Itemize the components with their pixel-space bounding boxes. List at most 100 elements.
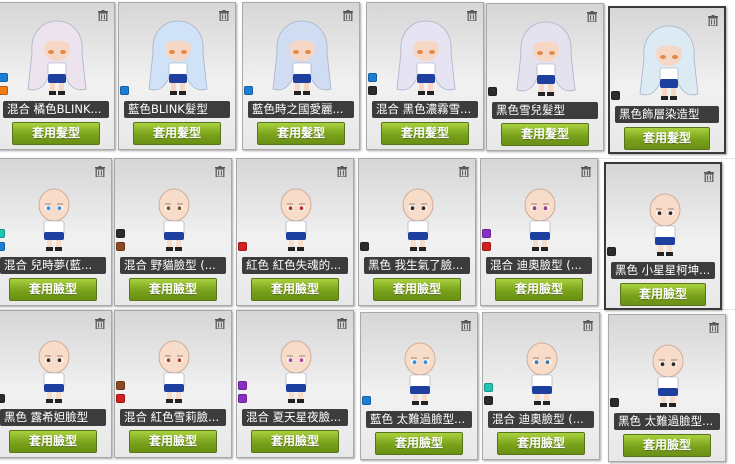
color-swatch[interactable] [116,394,125,403]
color-swatch[interactable] [368,73,377,82]
apply-face-button[interactable]: 套用臉型 [129,278,217,301]
color-swatch[interactable] [0,394,5,403]
hair-style-card[interactable]: 黑色飾層染造型 套用髮型 [608,6,726,154]
color-swatch[interactable] [116,381,125,390]
color-swatch[interactable] [362,396,371,405]
trash-icon[interactable] [459,162,469,178]
character-preview [507,175,573,255]
hair-style-card[interactable]: 藍色時之國愛麗... 套用髮型 [242,2,360,150]
face-style-card[interactable]: 黑色 我生氣了臉... 套用臉型 [358,158,476,306]
trash-icon[interactable] [215,314,225,330]
hair-style-card[interactable]: 黑色雪兒髮型套用髮型 [486,3,604,151]
trash-icon[interactable] [461,316,471,332]
style-name-label: 藍色時之國愛麗... [248,101,354,118]
color-swatch[interactable] [238,394,247,403]
apply-face-button[interactable]: 套用臉型 [129,430,217,453]
trash-icon[interactable] [709,318,719,334]
face-style-card[interactable]: 混合 兒時夢(藍... 套用臉型 [0,158,112,306]
face-style-card[interactable]: 混合 迪奧臉型 (... 套用臉型 [482,312,600,460]
color-swatch[interactable] [607,247,616,256]
character-preview [145,19,211,99]
color-swatch[interactable] [116,229,125,238]
hair-style-card[interactable]: 藍色BLINK髮型套用髮型 [118,2,236,150]
face-style-card[interactable]: 黑色 小星星柯坤... 套用臉型 [604,162,722,310]
character-preview [269,19,335,99]
character-preview [509,329,575,409]
face-style-card[interactable]: 藍色 太難過臉型... 套用臉型 [360,312,478,460]
color-swatch[interactable] [360,242,369,251]
face-style-card[interactable]: 混合 紅色雪莉臉... 套用臉型 [114,310,232,458]
color-swatch[interactable] [488,87,497,96]
trash-icon[interactable] [337,314,347,330]
apply-face-button[interactable]: 套用臉型 [623,434,711,457]
style-name-label: 混合 迪奧臉型 (... [488,411,594,428]
apply-face-button[interactable]: 套用臉型 [9,278,97,301]
trash-icon[interactable] [583,316,593,332]
apply-hair-button[interactable]: 套用髮型 [257,122,345,145]
face-style-card[interactable]: 黑色 露希妲臉型 套用臉型 [0,310,112,458]
face-style-card[interactable]: 黑色 太難過臉型... 套用臉型 [608,314,726,462]
color-swatch[interactable] [0,73,8,82]
trash-icon[interactable] [343,6,353,22]
color-swatch[interactable] [238,381,247,390]
apply-face-button[interactable]: 套用臉型 [495,278,583,301]
trash-icon[interactable] [337,162,347,178]
color-swatch[interactable] [484,396,493,405]
color-swatch[interactable] [482,229,491,238]
trash-icon[interactable] [219,6,229,22]
color-swatch[interactable] [611,91,620,100]
face-style-card[interactable]: 紅色 紅色失魂的... 套用臉型 [236,158,354,306]
trash-icon[interactable] [704,167,714,183]
character-preview [513,20,579,100]
color-swatch[interactable] [368,86,377,95]
trash-icon[interactable] [215,162,225,178]
style-name-label: 藍色 太難過臉型... [366,411,472,428]
color-swatch[interactable] [0,242,5,251]
apply-hair-button[interactable]: 套用髮型 [133,122,221,145]
face-style-card[interactable]: 混合 夏天星夜臉... 套用臉型 [236,310,354,458]
apply-hair-button[interactable]: 套用髮型 [501,123,589,146]
apply-hair-button[interactable]: 套用髮型 [624,127,710,150]
apply-face-button[interactable]: 套用臉型 [373,278,461,301]
style-name-label: 藍色BLINK髮型 [124,101,230,118]
face-style-card[interactable]: 混合 野貓臉型 (... 套用臉型 [114,158,232,306]
trash-icon[interactable] [98,6,108,22]
trash-icon[interactable] [581,162,591,178]
trash-icon[interactable] [708,11,718,27]
color-swatch[interactable] [484,383,493,392]
color-swatch[interactable] [120,86,129,95]
apply-face-button[interactable]: 套用臉型 [251,430,339,453]
color-swatch[interactable] [0,229,5,238]
trash-icon[interactable] [467,6,477,22]
character-preview [141,327,207,407]
trash-icon[interactable] [95,162,105,178]
character-preview [141,175,207,255]
color-swatch[interactable] [238,242,247,251]
color-swatch[interactable] [610,398,619,407]
color-swatch[interactable] [116,242,125,251]
apply-face-button[interactable]: 套用臉型 [497,432,585,455]
style-name-label: 黑色雪兒髮型 [492,102,598,119]
style-name-label: 黑色 我生氣了臉... [364,257,470,274]
hair-style-card[interactable]: 混合 黑色濃霧雪... 套用髮型 [366,2,484,150]
face-style-card[interactable]: 混合 迪奧臉型 (... 套用臉型 [480,158,598,306]
apply-face-button[interactable]: 套用臉型 [9,430,97,453]
style-name-label: 混合 橘色BLINK... [3,101,109,118]
hair-style-card[interactable]: 混合 橘色BLINK... 套用髮型 [0,2,115,150]
style-name-label: 混合 兒時夢(藍... [0,257,106,274]
trash-icon[interactable] [587,7,597,23]
apply-hair-button[interactable]: 套用髮型 [12,122,100,145]
apply-hair-button[interactable]: 套用髮型 [381,122,469,145]
color-swatch[interactable] [482,242,491,251]
style-name-label: 混合 黑色濃霧雪... [372,101,478,118]
character-preview [393,19,459,99]
apply-face-button[interactable]: 套用臉型 [620,283,706,306]
trash-icon[interactable] [95,314,105,330]
apply-face-button[interactable]: 套用臉型 [375,432,463,455]
color-swatch[interactable] [244,86,253,95]
character-preview [21,175,87,255]
color-swatch[interactable] [0,86,8,95]
apply-face-button[interactable]: 套用臉型 [251,278,339,301]
character-preview [635,331,701,411]
character-preview [21,327,87,407]
